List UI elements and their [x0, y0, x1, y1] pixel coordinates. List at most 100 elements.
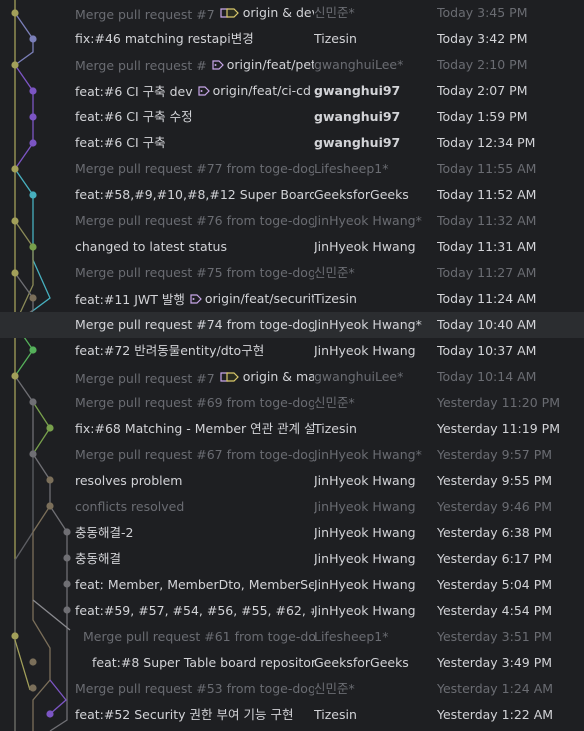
commit-row[interactable]: feat:#6 CI 구축 수정 gwanghui97 Today 1:59 PM — [0, 104, 584, 130]
commit-message-cell: feat:#52 Security 권한 부여 기능 구현 — [75, 702, 314, 728]
commit-message: feat:#72 반려동물entity/dto구현 — [75, 343, 265, 358]
commit-row[interactable]: feat:#6 CI 구축 gwanghui97 Today 12:34 PM — [0, 130, 584, 156]
commit-date: Today 10:14 AM — [437, 369, 537, 384]
commit-row[interactable]: Merge pull request #7 origin & dev 신민준* Tod… — [0, 0, 584, 26]
branch-tag[interactable]: origin/feat/security — [190, 286, 314, 312]
commit-date: Today 11:27 AM — [437, 265, 537, 280]
branch-tag[interactable]: origin & dev — [220, 0, 314, 26]
commit-date: Today 2:10 PM — [437, 57, 528, 72]
commit-date: Yesterday 1:22 AM — [437, 707, 554, 722]
commit-author: gwanghuiLee* — [314, 57, 404, 72]
commit-row[interactable]: Merge pull request # origin/feat/pets gwan… — [0, 52, 584, 78]
branch-tag[interactable]: origin/feat/pets — [212, 52, 314, 78]
commit-message-cell: feat:#6 CI 구축 — [75, 130, 314, 156]
commit-row[interactable]: feat:#58,#9,#10,#8,#12 Super Board T Geek… — [0, 182, 584, 208]
commit-message: 충동해결 — [75, 551, 122, 566]
commit-message: 충동해결-2 — [75, 525, 134, 540]
commit-date: Today 11:55 AM — [437, 161, 537, 176]
commit-message-cell: feat:#11 JWT 발행 origin/feat/security — [75, 286, 314, 313]
commit-date: Yesterday 6:17 PM — [437, 551, 553, 566]
commit-message-cell: feat: Member, MemberDto, MemberSe — [75, 572, 314, 598]
commit-date: Today 11:52 AM — [437, 187, 537, 202]
commit-message: Merge pull request #75 from toge-dog — [75, 265, 314, 280]
commit-row[interactable]: 충동해결 JinHyeok Hwang Yesterday 6:17 PM — [0, 546, 584, 572]
commit-row[interactable]: Merge pull request #74 from toge-dog JinH… — [0, 312, 584, 338]
commit-author: JinHyeok Hwang — [314, 551, 416, 566]
commit-author: Lifesheep1* — [314, 161, 389, 176]
commit-message: feat:#6 CI 구축 dev — [75, 84, 193, 99]
commit-row[interactable]: feat:#72 반려동물entity/dto구현 JinHyeok Hwang T… — [0, 338, 584, 364]
commit-author: JinHyeok Hwang — [314, 603, 416, 618]
commit-row[interactable]: Merge pull request #53 from toge-dog 신민준*… — [0, 676, 584, 702]
commit-row[interactable]: Merge pull request #61 from toge-do Lifes… — [0, 624, 584, 650]
commit-row[interactable]: feat: Member, MemberDto, MemberSe JinHyeo… — [0, 572, 584, 598]
commit-date: Yesterday 3:51 PM — [437, 629, 553, 644]
tag-icon — [190, 294, 202, 304]
commit-row[interactable]: Merge pull request #7 origin & maingwangh… — [0, 364, 584, 390]
commit-row[interactable]: fix:#68 Matching - Member 연관 관계 설 Tizesin… — [0, 416, 584, 442]
commit-row[interactable]: Merge pull request #75 from toge-dog 신민준*… — [0, 260, 584, 286]
commit-message: feat:#58,#9,#10,#8,#12 Super Board T — [75, 187, 314, 202]
commit-author: Tizesin — [314, 31, 357, 46]
branch-tag[interactable]: origin/feat/ci-cd — [198, 78, 311, 104]
commit-message: feat: Member, MemberDto, MemberSe — [75, 577, 314, 592]
commit-row[interactable]: feat:#11 JWT 발행 origin/feat/security Tizes… — [0, 286, 584, 312]
commit-row[interactable]: resolves problem JinHyeok Hwang Yesterday … — [0, 468, 584, 494]
commit-row[interactable]: Merge pull request #77 from toge-dog Life… — [0, 156, 584, 182]
commit-author: JinHyeok Hwang* — [314, 213, 422, 228]
dual-tag-icon — [220, 371, 240, 383]
commit-message: feat:#6 CI 구축 수정 — [75, 109, 193, 124]
commit-message: Merge pull request #61 from toge-do — [83, 629, 316, 644]
commit-author: Tizesin — [314, 421, 357, 436]
commit-row[interactable]: feat:#52 Security 권한 부여 기능 구현 Tizesin Yest… — [0, 702, 584, 728]
commit-message-cell: fix:#46 matching restapi변경 — [75, 26, 314, 52]
commit-author: JinHyeok Hwang* — [314, 317, 422, 332]
branch-tag-label: origin/feat/pets — [226, 57, 314, 72]
commit-row[interactable]: Merge pull request #69 from toge-dog 신민준*… — [0, 390, 584, 416]
commit-message-cell: Merge pull request #7 origin & main — [75, 364, 314, 392]
commit-author: 신민준* — [314, 5, 355, 20]
commit-date: Yesterday 9:46 PM — [437, 499, 553, 514]
commit-message: Merge pull request #74 from toge-dog — [75, 317, 314, 332]
commit-author: gwanghuiLee* — [314, 369, 404, 384]
commit-row[interactable]: 충동해결-2 JinHyeok Hwang Yesterday 6:38 PM — [0, 520, 584, 546]
commit-message: feat:#59, #57, #54, #56, #55, #62, #6( — [75, 603, 314, 618]
commit-message: Merge pull request #53 from toge-dog — [75, 681, 314, 696]
commit-author: gwanghui97 — [314, 83, 401, 98]
commit-author: GeeksforGeeks — [314, 187, 409, 202]
commit-message: Merge pull request #7 — [75, 371, 215, 386]
commit-date: Yesterday 9:57 PM — [437, 447, 553, 462]
commit-message: fix:#68 Matching - Member 연관 관계 설 — [75, 421, 314, 436]
dual-tag-icon — [220, 7, 240, 19]
commit-message: feat:#11 JWT 발행 — [75, 292, 185, 307]
commit-author: GeeksforGeeks — [314, 655, 409, 670]
commit-message-cell: Merge pull request #74 from toge-dog — [75, 312, 314, 338]
commit-message-cell: Merge pull request #61 from toge-do — [75, 624, 322, 650]
commit-date: Today 11:24 AM — [437, 291, 537, 306]
commit-row[interactable]: fix:#46 matching restapi변경 Tizesin Today 3… — [0, 26, 584, 52]
commit-message: feat:#6 CI 구축 — [75, 135, 166, 150]
commit-date: Today 10:37 AM — [437, 343, 537, 358]
branch-tag[interactable]: origin & main — [220, 364, 314, 390]
commit-date: Today 3:42 PM — [437, 31, 528, 46]
branch-tag-label: origin/feat/security — [204, 291, 314, 306]
commit-row[interactable]: changed to latest status JinHyeok Hwang To… — [0, 234, 584, 260]
commit-message: conflicts resolved — [75, 499, 185, 514]
commit-message: feat:#52 Security 권한 부여 기능 구현 — [75, 707, 294, 722]
commit-row[interactable]: conflicts resolved JinHyeok Hwang Yesterda… — [0, 494, 584, 520]
commit-date: Yesterday 1:24 AM — [437, 681, 554, 696]
commit-row[interactable]: Merge pull request #76 from toge-dog JinH… — [0, 208, 584, 234]
commit-message-cell: 충동해결 — [75, 546, 314, 572]
commit-author: 신민준* — [314, 265, 355, 280]
commit-row[interactable]: feat:#59, #57, #54, #56, #55, #62, #6(Ji… — [0, 598, 584, 624]
commit-message-cell: resolves problem — [75, 468, 314, 494]
commit-author: JinHyeok Hwang — [314, 577, 416, 592]
commit-message: resolves problem — [75, 473, 183, 488]
commit-row[interactable]: feat:#6 CI 구축 dev origin/feat/ci-cd gwangh… — [0, 78, 584, 104]
commit-row[interactable]: feat:#8 Super Table board repositor Geeks… — [0, 650, 584, 676]
commit-message: fix:#46 matching restapi변경 — [75, 31, 254, 46]
commit-date: Yesterday 5:04 PM — [437, 577, 553, 592]
commit-row[interactable]: Merge pull request #67 from toge-dog JinH… — [0, 442, 584, 468]
commit-message: Merge pull request # — [75, 58, 207, 73]
branch-tag-label: origin & dev — [242, 5, 314, 20]
